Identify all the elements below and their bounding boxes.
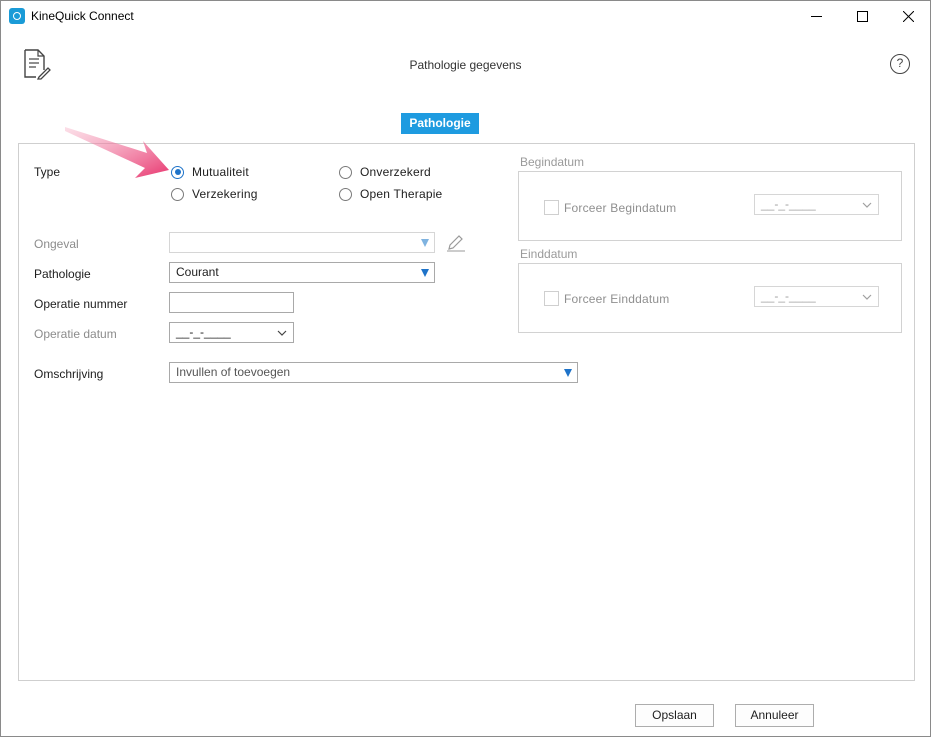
begindatum-title: Begindatum xyxy=(520,155,585,169)
operatie-nummer-label: Operatie nummer xyxy=(34,297,128,311)
annotation-arrow xyxy=(65,127,169,178)
cancel-button[interactable]: Annuleer xyxy=(735,704,814,727)
radio-onverzekerd[interactable]: Onverzekerd xyxy=(339,164,431,180)
pathologie-dropdown[interactable]: Courant xyxy=(169,262,435,283)
forceer-begindatum-checkbox[interactable] xyxy=(544,200,559,215)
forceer-begindatum-label: Forceer Begindatum xyxy=(564,201,677,215)
pathologie-label: Pathologie xyxy=(34,267,91,281)
radio-label: Mutualiteit xyxy=(192,165,249,179)
app-logo-icon xyxy=(9,8,25,24)
dropdown-arrow-icon xyxy=(421,239,429,247)
radio-label: Verzekering xyxy=(192,187,258,201)
tab-pathologie[interactable]: Pathologie xyxy=(401,113,479,134)
dropdown-arrow-icon xyxy=(564,369,572,377)
einddatum-picker[interactable]: __-_-____ xyxy=(754,286,879,307)
begindatum-picker[interactable]: __-_-____ xyxy=(754,194,879,215)
omschrijving-value: Invullen of toevoegen xyxy=(176,365,291,379)
ongeval-label: Ongeval xyxy=(34,237,79,251)
help-icon[interactable]: ? xyxy=(890,54,910,74)
radio-label: Open Therapie xyxy=(360,187,443,201)
minimize-button[interactable] xyxy=(793,1,839,31)
radio-indicator xyxy=(339,187,352,201)
operatie-nummer-input[interactable] xyxy=(169,292,294,313)
close-icon xyxy=(902,10,914,22)
operatie-datum-value: __-_-____ xyxy=(176,325,231,339)
operatie-datum-label: Operatie datum xyxy=(34,327,117,341)
radio-indicator xyxy=(171,187,184,201)
radio-verzekering[interactable]: Verzekering xyxy=(171,186,258,202)
forceer-einddatum-label: Forceer Einddatum xyxy=(564,292,670,306)
type-label: Type xyxy=(34,165,61,179)
chevron-down-icon xyxy=(862,294,872,300)
einddatum-title: Einddatum xyxy=(520,247,578,261)
minimize-icon xyxy=(810,15,822,17)
maximize-button[interactable] xyxy=(839,1,885,31)
pathologie-value: Courant xyxy=(176,265,219,279)
omschrijving-label: Omschrijving xyxy=(34,367,104,381)
ongeval-dropdown[interactable] xyxy=(169,232,435,253)
omschrijving-dropdown[interactable]: Invullen of toevoegen xyxy=(169,362,578,383)
radio-label: Onverzekerd xyxy=(360,165,431,179)
begindatum-value: __-_-____ xyxy=(761,197,816,211)
app-window: KineQuick Connect Pathologie gegevens ? … xyxy=(0,0,931,737)
maximize-icon xyxy=(856,10,868,22)
chevron-down-icon xyxy=(862,202,872,208)
forceer-einddatum-checkbox[interactable] xyxy=(544,291,559,306)
einddatum-value: __-_-____ xyxy=(761,289,816,303)
operatie-datum-picker[interactable]: __-_-____ xyxy=(169,322,294,343)
page-title: Pathologie gegevens xyxy=(409,58,522,72)
pencil-icon[interactable] xyxy=(446,234,466,252)
window-title: KineQuick Connect xyxy=(31,9,134,23)
chevron-down-icon xyxy=(277,330,287,336)
title-bar[interactable]: KineQuick Connect xyxy=(1,1,930,32)
close-button[interactable] xyxy=(885,1,931,31)
radio-open-therapie[interactable]: Open Therapie xyxy=(339,186,442,202)
save-button[interactable]: Opslaan xyxy=(635,704,714,727)
radio-indicator xyxy=(339,165,352,179)
dropdown-arrow-icon xyxy=(421,269,429,277)
